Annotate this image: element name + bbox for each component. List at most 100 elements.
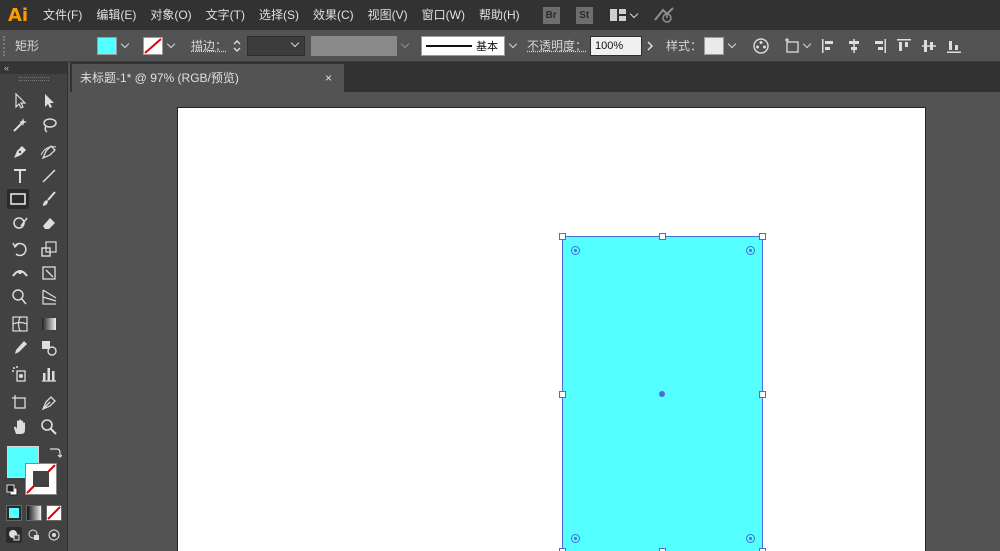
pen-tool[interactable] xyxy=(9,142,31,162)
shape-properties-button[interactable] xyxy=(784,37,812,54)
align-horizontal-center-icon[interactable] xyxy=(847,38,861,53)
blend-tool[interactable] xyxy=(38,338,60,358)
eyedropper-tool[interactable] xyxy=(9,338,31,358)
gpu-performance-icon[interactable] xyxy=(653,6,675,24)
brush-dropdown[interactable] xyxy=(505,37,521,55)
menu-select[interactable]: 选择(S) xyxy=(252,0,306,30)
artboard-tool[interactable] xyxy=(9,393,31,413)
color-mode-button[interactable] xyxy=(6,505,22,521)
gradient-mode-button[interactable] xyxy=(26,505,42,521)
resize-handle-top[interactable] xyxy=(659,233,666,240)
arrange-documents-icon[interactable] xyxy=(609,8,638,22)
selected-rectangle[interactable] xyxy=(559,233,766,551)
type-tool[interactable] xyxy=(9,166,31,186)
mesh-tool[interactable] xyxy=(9,314,31,334)
stroke-swatch[interactable] xyxy=(143,36,164,55)
stroke-label[interactable]: 描边： xyxy=(191,37,227,54)
scale-tool[interactable] xyxy=(38,239,60,259)
corner-widget-bottom-right[interactable] xyxy=(746,534,755,543)
shape-builder-tool[interactable] xyxy=(9,287,31,307)
resize-handle-top-right[interactable] xyxy=(759,233,766,240)
variable-width-dropdown[interactable] xyxy=(397,37,413,55)
line-segment-icon xyxy=(42,169,56,183)
collapse-panel-icon[interactable]: « xyxy=(4,63,9,73)
gradient-tool[interactable] xyxy=(38,314,60,334)
control-bar-grip[interactable] xyxy=(3,35,9,56)
corner-widget-top-left[interactable] xyxy=(571,246,580,255)
recolor-artwork-icon[interactable] xyxy=(752,37,770,55)
menu-window[interactable]: 窗口(W) xyxy=(415,0,472,30)
curvature-tool[interactable] xyxy=(38,142,60,162)
draw-behind-button[interactable] xyxy=(26,527,42,543)
draw-normal-button[interactable] xyxy=(6,527,22,543)
brush-definition-select[interactable]: 基本 xyxy=(421,35,506,56)
lasso-tool[interactable] xyxy=(38,115,60,135)
app-logo[interactable]: Ai xyxy=(0,0,36,30)
direct-selection-tool[interactable] xyxy=(38,91,60,111)
none-mode-button[interactable] xyxy=(46,505,62,521)
width-tool[interactable] xyxy=(9,263,31,283)
opacity-label[interactable]: 不透明度： xyxy=(527,37,587,54)
menu-effect[interactable]: 效果(C) xyxy=(306,0,361,30)
chevron-down-icon xyxy=(629,9,638,18)
stroke-weight-input[interactable] xyxy=(247,35,306,56)
shaper-tool[interactable] xyxy=(9,213,31,233)
hand-tool[interactable] xyxy=(9,417,31,437)
align-left-icon[interactable] xyxy=(822,38,836,53)
graphic-style-dropdown[interactable] xyxy=(724,37,740,55)
menu-object[interactable]: 对象(O) xyxy=(143,0,198,30)
zoom-tool[interactable] xyxy=(38,417,60,437)
line-segment-tool[interactable] xyxy=(38,166,60,186)
tools-panel-grip[interactable] xyxy=(18,77,49,81)
align-vertical-center-icon[interactable] xyxy=(922,39,937,53)
stock-icon[interactable]: St xyxy=(575,6,593,24)
menu-type[interactable]: 文字(T) xyxy=(199,0,252,30)
tools-panel-header[interactable]: « xyxy=(0,62,67,74)
menu-edit[interactable]: 编辑(E) xyxy=(89,0,143,30)
column-graph-tool[interactable] xyxy=(38,364,60,384)
zoom-icon xyxy=(41,419,57,435)
eraser-tool[interactable] xyxy=(38,213,60,233)
resize-handle-left[interactable] xyxy=(559,391,566,398)
chevron-down-icon xyxy=(727,39,737,49)
graphic-style-swatch[interactable] xyxy=(704,36,725,55)
chevron-down-icon xyxy=(290,38,300,47)
swap-fill-stroke-icon[interactable] xyxy=(48,445,63,459)
selection-tool[interactable] xyxy=(9,91,31,111)
rotate-tool[interactable] xyxy=(9,239,31,259)
resize-handle-right[interactable] xyxy=(759,391,766,398)
symbol-sprayer-tool[interactable] xyxy=(9,364,31,384)
default-fill-stroke-icon[interactable] xyxy=(6,484,18,496)
menu-view[interactable]: 视图(V) xyxy=(361,0,415,30)
menu-file[interactable]: 文件(F) xyxy=(36,0,89,30)
fill-swatch[interactable] xyxy=(97,36,118,55)
magic-wand-tool[interactable] xyxy=(9,115,31,135)
corner-widget-top-right[interactable] xyxy=(746,246,755,255)
close-icon[interactable]: × xyxy=(325,64,332,92)
slice-tool[interactable] xyxy=(38,393,60,413)
stroke-weight-stepper[interactable] xyxy=(229,36,245,56)
menu-help[interactable]: 帮助(H) xyxy=(472,0,527,30)
opacity-input[interactable]: 100% xyxy=(590,35,643,56)
align-bottom-icon[interactable] xyxy=(947,39,962,53)
artboard[interactable] xyxy=(177,107,926,551)
fill-dropdown[interactable] xyxy=(117,37,133,55)
opacity-slider-toggle[interactable] xyxy=(642,37,658,55)
draw-inside-button[interactable] xyxy=(46,527,62,543)
perspective-grid-tool[interactable] xyxy=(38,287,60,307)
rectangle-tool[interactable] xyxy=(7,189,29,209)
bridge-icon[interactable]: Br xyxy=(542,6,560,24)
align-top-icon[interactable] xyxy=(897,38,912,53)
corner-widget-bottom-left[interactable] xyxy=(571,534,580,543)
stroke-color-box[interactable] xyxy=(25,463,57,495)
paintbrush-tool[interactable] xyxy=(38,189,60,209)
align-right-icon[interactable] xyxy=(872,38,887,53)
canvas-area[interactable] xyxy=(70,92,1000,551)
slice-icon xyxy=(41,396,56,411)
resize-handle-top-left[interactable] xyxy=(559,233,566,240)
stroke-dropdown[interactable] xyxy=(163,37,179,55)
eyedropper-icon xyxy=(15,341,27,354)
document-tab[interactable]: 未标题-1* @ 97% (RGB/预览) × xyxy=(72,64,344,92)
free-transform-tool[interactable] xyxy=(38,263,60,283)
variable-width-profile[interactable] xyxy=(311,35,398,56)
